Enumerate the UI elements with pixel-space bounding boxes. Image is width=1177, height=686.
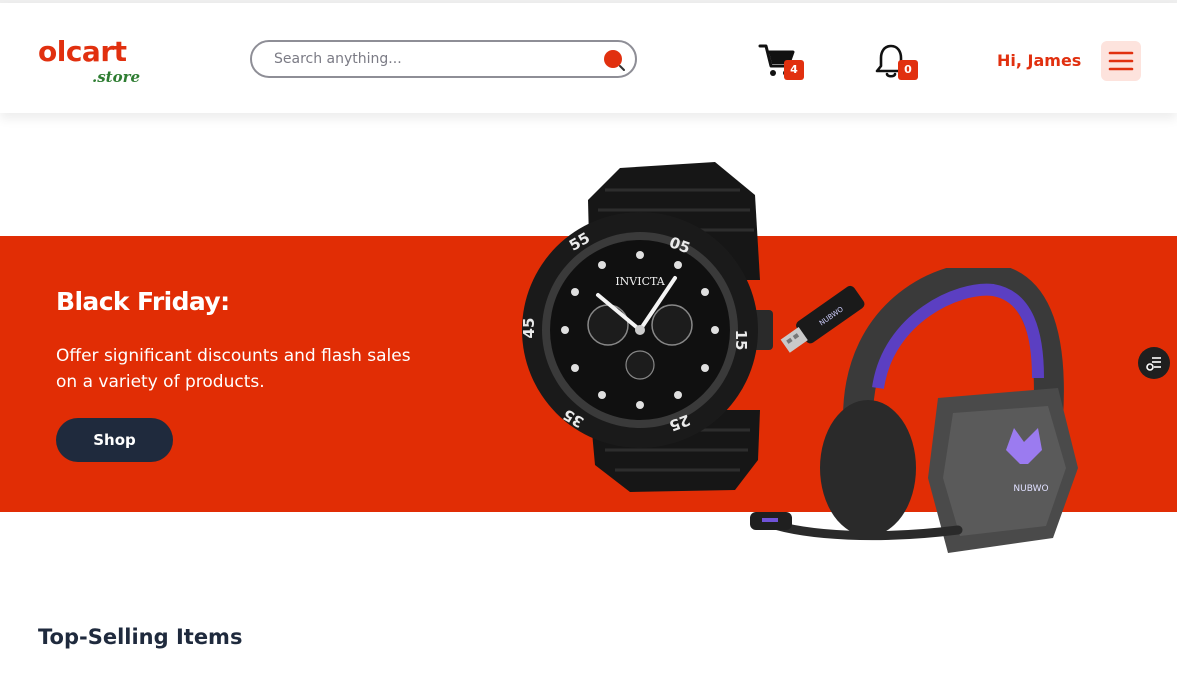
- search-icon: [604, 50, 625, 71]
- notification-count-badge: 0: [898, 60, 918, 80]
- logo-suffix: .store: [92, 68, 141, 86]
- search-input[interactable]: [274, 49, 594, 69]
- search-button[interactable]: [601, 47, 627, 73]
- hamburger-menu-icon: [1108, 51, 1134, 71]
- menu-button[interactable]: [1101, 41, 1141, 81]
- user-greeting[interactable]: Hi, James: [997, 51, 1081, 70]
- filter-icon: [1146, 357, 1161, 371]
- headset-product-image: NUBWO: [750, 268, 1078, 553]
- filter-fab[interactable]: [1138, 347, 1170, 379]
- watch-brand-label: INVICTA: [615, 275, 665, 288]
- site-logo[interactable]: olcart .store: [38, 35, 148, 91]
- top-selling-heading: Top-Selling Items: [38, 625, 243, 649]
- site-header: olcart .store 4 0 Hi, James: [0, 3, 1177, 113]
- cart-count-badge: 4: [784, 60, 804, 80]
- search-bar: [250, 40, 637, 78]
- banner-description: Offer significant discounts and flash sa…: [56, 346, 411, 392]
- headset-brand-label: NUBWO: [1013, 484, 1048, 494]
- svg-text:45: 45: [520, 318, 538, 339]
- notifications-button[interactable]: 0: [874, 42, 922, 82]
- cart-button[interactable]: 4: [758, 42, 806, 82]
- shop-button[interactable]: Shop: [56, 418, 173, 462]
- banner-title: Black Friday:: [56, 287, 230, 316]
- logo-wordmark: olcart: [38, 35, 127, 68]
